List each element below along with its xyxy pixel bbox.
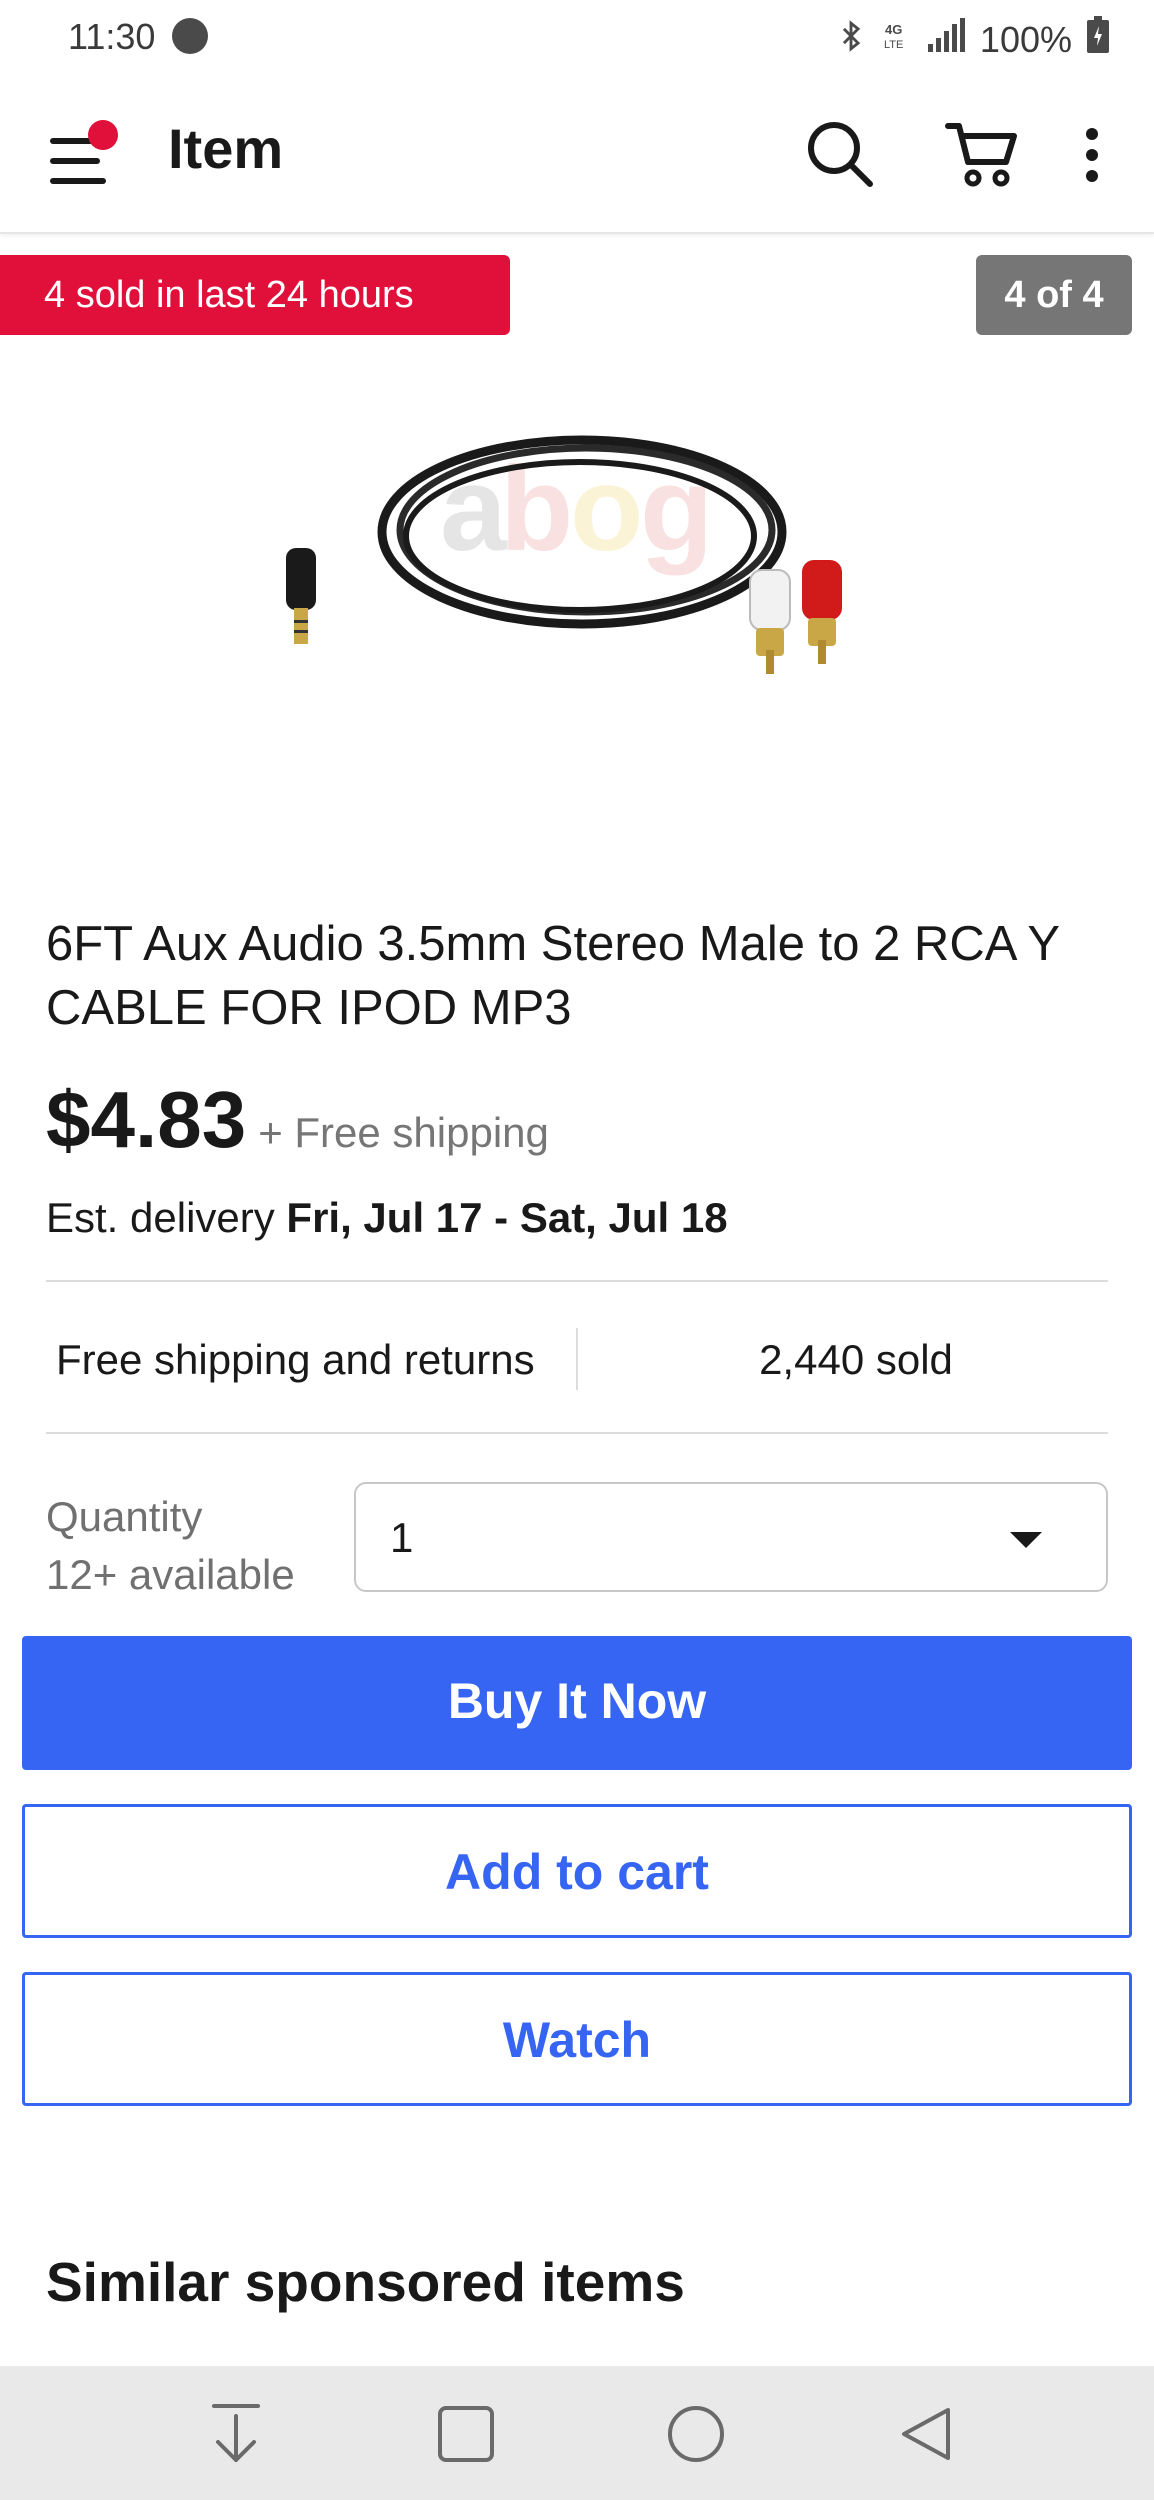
buy-it-now-button[interactable]: Buy It Now bbox=[22, 1636, 1132, 1770]
signal-icon bbox=[926, 18, 966, 61]
quantity-select[interactable]: 1 bbox=[354, 1482, 1108, 1592]
sold-count: 2,440 sold bbox=[759, 1336, 953, 1383]
download-icon[interactable] bbox=[208, 2402, 264, 2466]
cart-button[interactable] bbox=[944, 116, 1020, 192]
quantity-availability: 12+ available bbox=[46, 1551, 295, 1598]
svg-text:LTE: LTE bbox=[884, 39, 903, 51]
more-options-button[interactable] bbox=[1076, 120, 1108, 190]
sold-badge: 4 sold in last 24 hours bbox=[0, 255, 510, 335]
quantity-value: 1 bbox=[390, 1514, 414, 1561]
add-to-cart-button[interactable]: Add to cart bbox=[22, 1804, 1132, 1938]
quantity-label-group: Quantity 12+ available bbox=[46, 1488, 295, 1604]
watch-button[interactable]: Watch bbox=[22, 1972, 1132, 2106]
divider bbox=[46, 1280, 1108, 1282]
quantity-label: Quantity bbox=[46, 1493, 203, 1540]
battery-icon bbox=[1086, 16, 1110, 63]
price-row: $4.83 + Free shipping bbox=[46, 1074, 549, 1166]
cart-icon bbox=[945, 123, 1017, 187]
menu-button[interactable] bbox=[46, 120, 118, 190]
bluetooth-icon bbox=[834, 19, 868, 61]
search-icon bbox=[808, 122, 873, 187]
back-triangle-icon[interactable] bbox=[896, 2404, 956, 2464]
divider bbox=[46, 1432, 1108, 1434]
notification-dot bbox=[88, 120, 118, 150]
battery-level: 100% bbox=[979, 18, 1072, 60]
similar-items-heading: Similar sponsored items bbox=[46, 2251, 685, 2313]
aux-rca-cable-image: a b o g bbox=[286, 435, 842, 674]
dropdown-caret-icon bbox=[1010, 1532, 1042, 1548]
network-4g-icon: 4G LTE bbox=[882, 20, 912, 60]
free-shipping-returns[interactable]: Free shipping and returns bbox=[56, 1336, 535, 1384]
svg-text:4G: 4G bbox=[885, 22, 902, 37]
app-bar: Item bbox=[0, 76, 1154, 234]
status-time: 11:30 bbox=[68, 16, 156, 57]
recents-square-icon[interactable] bbox=[436, 2404, 496, 2464]
product-title: 6FT Aux Audio 3.5mm Stereo Male to 2 RCA… bbox=[46, 917, 1060, 1035]
delivery-dates: Fri, Jul 17 - Sat, Jul 18 bbox=[286, 1194, 728, 1241]
product-image[interactable]: a b o g bbox=[270, 400, 890, 700]
image-counter: 4 of 4 bbox=[976, 255, 1132, 335]
shipping-note: + Free shipping bbox=[258, 1109, 549, 1156]
app-notification-icon bbox=[172, 18, 208, 54]
estimated-delivery: Est. delivery Fri, Jul 17 - Sat, Jul 18 bbox=[46, 1194, 728, 1242]
delivery-label: Est. delivery bbox=[46, 1194, 287, 1241]
system-nav-bar bbox=[0, 2366, 1154, 2500]
status-bar: 11:30 4G LTE 100% bbox=[0, 0, 1154, 76]
home-circle-icon[interactable] bbox=[666, 2404, 726, 2464]
page-title: Item bbox=[168, 117, 284, 180]
price: $4.83 bbox=[46, 1075, 247, 1164]
search-button[interactable] bbox=[804, 118, 876, 190]
more-vertical-icon bbox=[1086, 128, 1098, 182]
status-icons: 4G LTE 100% bbox=[834, 16, 1110, 63]
